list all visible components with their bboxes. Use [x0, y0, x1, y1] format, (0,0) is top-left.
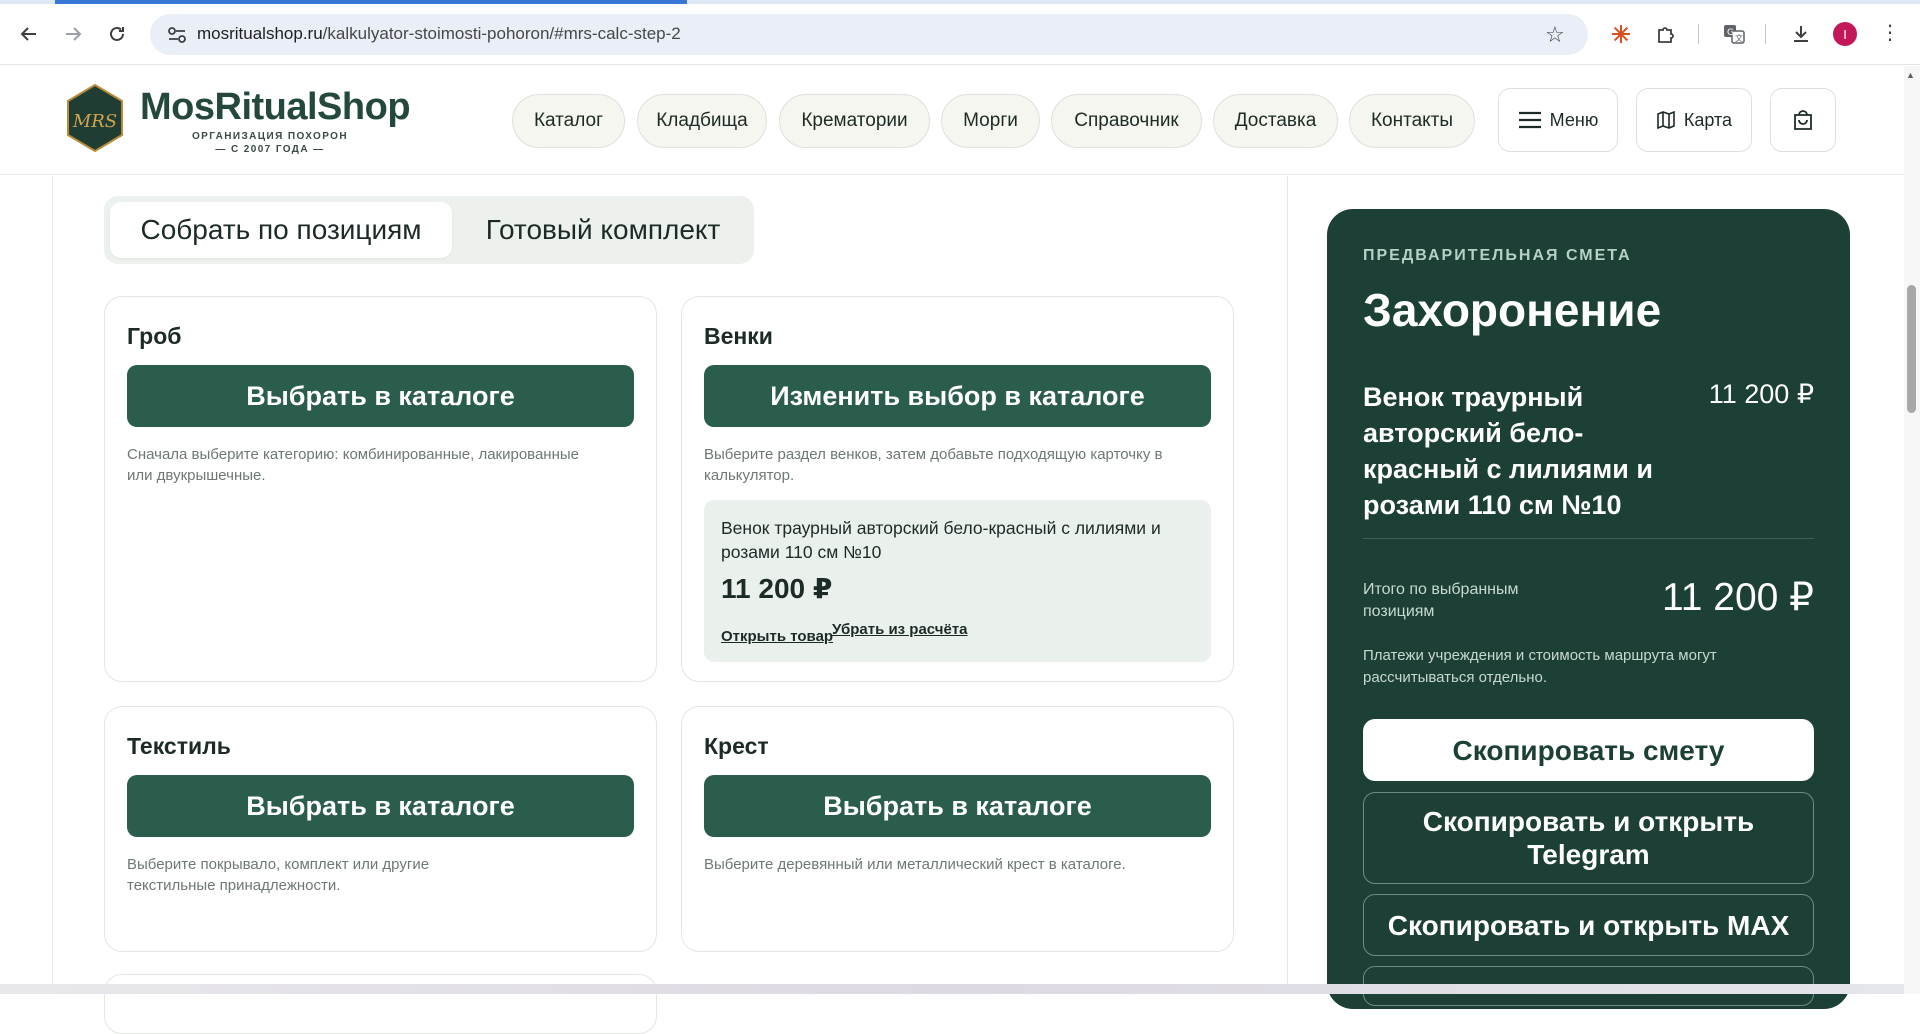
site-logo[interactable]: MRS MosRitualShop ОРГАНИЗАЦИЯ ПОХОРОН — С… [66, 84, 416, 156]
card-hint: Выберите раздел венков, затем добавьте п… [704, 446, 1163, 484]
estimate-note: Платежи учреждения и стоимость маршрута … [1363, 647, 1717, 686]
hamburger-icon [1518, 111, 1541, 129]
site-header: MRS MosRitualShop ОРГАНИЗАЦИЯ ПОХОРОН — С… [0, 66, 1904, 175]
logo-wordmark: MosRitualShop [140, 86, 411, 128]
choose-textile-button[interactable]: Выбрать в каталоге [127, 775, 634, 837]
cart-bag-icon [1794, 110, 1812, 130]
card-cross: Крест Выбрать в каталоге Выберите деревя… [681, 706, 1234, 952]
estimate-total-value: 11 200 ₽ [1661, 576, 1814, 619]
estimate-kicker: ПРЕДВАРИТЕЛЬНАЯ СМЕТА [1363, 247, 1632, 264]
tab-by-items[interactable]: Собрать по позициям [110, 202, 452, 258]
selected-item-box: Венок траурный авторский бело-красный с … [704, 500, 1211, 662]
calculator-main: Собрать по позициям Готовый комплект Гро… [0, 176, 1904, 1034]
nav-catalog[interactable]: Каталог [512, 94, 625, 148]
forward-icon[interactable] [58, 19, 88, 49]
copy-open-max-button[interactable]: Скопировать и открыть MAX [1363, 894, 1814, 956]
logo-tagline: ОРГАНИЗАЦИЯ ПОХОРОН — С 2007 ГОДА — [192, 130, 348, 156]
extensions-puzzle-icon[interactable] [1652, 20, 1680, 48]
svg-text:文: 文 [1735, 33, 1743, 43]
svg-text:MRS: MRS [72, 111, 117, 132]
nav-cemeteries[interactable]: Кладбища [637, 94, 767, 148]
card-title: Венки [704, 323, 773, 349]
copy-open-telegram-button[interactable]: Скопировать и открыть Telegram [1363, 792, 1814, 884]
card-wreaths: Венки Изменить выбор в каталоге Выберите… [681, 296, 1234, 682]
change-wreath-button[interactable]: Изменить выбор в каталоге [704, 365, 1211, 427]
card-hint: Сначала выберите категорию: комбинирован… [127, 446, 579, 484]
estimate-total-label: Итого по выбранным позициям [1363, 581, 1519, 620]
card-coffin: Гроб Выбрать в каталоге Сначала выберите… [104, 296, 657, 682]
map-button[interactable]: Карта [1636, 88, 1752, 152]
nav-reference[interactable]: Справочник [1051, 94, 1202, 148]
selected-item-price: 11 200 ₽ [721, 573, 833, 604]
map-icon [1657, 110, 1675, 130]
card-title: Текстиль [127, 733, 231, 759]
estimate-item-name: Венок траурный авторский бело-красный с … [1363, 382, 1653, 520]
card-title: Гроб [127, 323, 182, 349]
download-icon[interactable] [1787, 20, 1815, 48]
scrollbar-thumb[interactable] [1907, 285, 1916, 413]
card-textile: Текстиль Выбрать в каталоге Выберите пок… [104, 706, 657, 952]
card-title: Крест [704, 733, 769, 759]
estimate-item-price: 11 200 ₽ [1708, 379, 1814, 409]
reload-icon[interactable] [102, 19, 132, 49]
card-hint: Выберите деревянный или металлический кр… [704, 856, 1126, 873]
nav-morgues[interactable]: Морги [941, 94, 1040, 148]
url-path: /kalkulyator-stoimosti-pohoron/#mrs-calc… [322, 24, 681, 43]
copy-estimate-button[interactable]: Скопировать смету [1363, 719, 1814, 781]
browser-toolbar: mosritualshop.ru/kalkulyator-stoimosti-p… [0, 0, 1920, 65]
selected-item-name: Венок траурный авторский бело-красный с … [721, 518, 1161, 562]
bookmark-star-icon[interactable]: ☆ [1545, 22, 1565, 48]
profile-initial: I [1843, 26, 1847, 42]
menu-button[interactable]: Меню [1498, 88, 1618, 152]
bottom-strip [0, 984, 1904, 994]
nav-crematoria[interactable]: Крематории [779, 94, 930, 148]
logo-tagline-line2: — С 2007 ГОДА — [215, 144, 325, 155]
extension-sun-icon[interactable] [1607, 20, 1635, 48]
choose-coffin-button[interactable]: Выбрать в каталоге [127, 365, 634, 427]
address-url[interactable]: mosritualshop.ru/kalkulyator-stoimosti-p… [197, 24, 681, 44]
scroll-up-icon[interactable]: ▲ [1906, 70, 1915, 80]
url-host: mosritualshop.ru [197, 24, 323, 43]
estimate-title: Захоронение [1363, 284, 1662, 336]
page-load-progress [0, 0, 1920, 4]
open-product-link[interactable]: Открыть товар [721, 628, 833, 645]
menu-label: Меню [1549, 109, 1599, 130]
map-label: Карта [1683, 109, 1733, 130]
translate-icon[interactable]: G文 [1720, 20, 1748, 48]
card-hint: Выберите покрывало, комплект или другие … [127, 856, 430, 894]
cart-button[interactable] [1770, 88, 1836, 152]
estimate-panel: ПРЕДВАРИТЕЛЬНАЯ СМЕТА Захоронение Венок … [1327, 209, 1850, 1009]
estimate-divider [1363, 538, 1814, 539]
scrollbar[interactable] [1904, 66, 1920, 994]
remove-from-calc-link[interactable]: Убрать из расчёта [832, 621, 968, 638]
svg-text:G: G [1727, 28, 1734, 38]
back-icon[interactable] [14, 19, 44, 49]
logo-badge-icon: MRS [67, 84, 123, 152]
profile-avatar[interactable]: I [1833, 22, 1857, 46]
mode-switch: Собрать по позициям Готовый комплект [104, 196, 754, 264]
browser-menu-icon[interactable]: ⋮ [1880, 20, 1900, 45]
site-info-icon[interactable] [166, 24, 188, 46]
logo-tagline-line1: ОРГАНИЗАЦИЯ ПОХОРОН [192, 131, 348, 142]
nav-contacts[interactable]: Контакты [1349, 94, 1475, 148]
tab-ready-set[interactable]: Готовый комплект [458, 202, 748, 258]
card-next [104, 974, 657, 1034]
nav-delivery[interactable]: Доставка [1213, 94, 1338, 148]
choose-cross-button[interactable]: Выбрать в каталоге [704, 775, 1211, 837]
